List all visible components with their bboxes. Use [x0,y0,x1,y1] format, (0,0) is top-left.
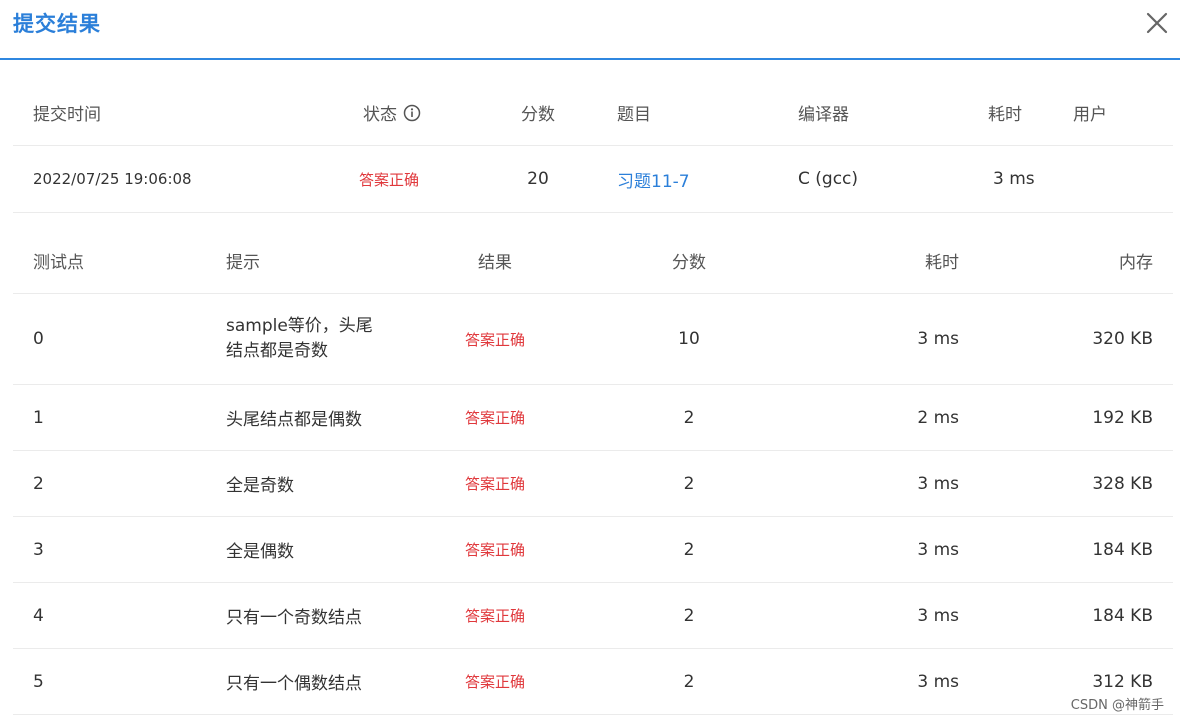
test-hint: 全是奇数 [226,476,294,496]
dialog-header: 提交结果 [0,0,1180,60]
header-test-score: 分数 [672,253,706,273]
test-cases-table: 测试点 提示 结果 分数 耗时 内存 0 sample等价，头尾结点都是奇数 答… [13,228,1173,715]
test-result: 答案正确 [464,541,525,559]
watermark: CSDN @神箭手 [1070,698,1164,713]
test-id: 4 [33,605,44,626]
summary-score: 20 [527,169,549,189]
test-id: 5 [33,671,44,692]
test-duration: 3 ms [917,329,959,349]
test-score: 10 [678,329,700,349]
close-icon [1146,12,1168,34]
summary-row: 2022/07/25 19:06:08 答案正确 20 习题11-7 C (gc… [13,146,1173,213]
info-icon[interactable] [403,104,421,122]
summary-duration: 3 ms [993,169,1035,189]
test-result: 答案正确 [464,475,525,493]
test-memory: 328 KB [1092,473,1153,494]
test-hint: 全是偶数 [226,542,294,562]
compiler-value: C (gcc) [798,169,859,189]
header-compiler: 编译器 [798,105,849,125]
close-button[interactable] [1144,10,1170,36]
test-hint: 头尾结点都是偶数 [226,410,362,430]
tests-header-row: 测试点 提示 结果 分数 耗时 内存 [13,228,1173,294]
submit-time: 2022/07/25 19:06:08 [33,170,192,188]
header-memory: 内存 [1119,253,1153,273]
header-status-label: 状态 [363,105,397,125]
test-result: 答案正确 [464,673,525,691]
test-duration: 3 ms [917,539,959,560]
submission-result-dialog: 提交结果 提交时间 状态 分数 题目 编译器 耗时 用户 2022/07/25 … [0,0,1180,721]
test-result: 答案正确 [464,607,525,625]
header-user: 用户 [1073,105,1107,125]
header-status: 状态 [363,80,483,145]
header-hint: 提示 [226,253,260,273]
test-hint: 只有一个偶数结点 [226,674,362,694]
table-row: 2 全是奇数 答案正确 2 3 ms 328 KB [13,451,1173,517]
header-duration: 耗时 [988,105,1022,125]
test-memory: 320 KB [1092,329,1153,349]
test-hint: 只有一个奇数结点 [226,608,362,628]
header-test-id: 测试点 [33,253,84,273]
test-id: 3 [33,539,44,560]
test-id: 1 [33,407,44,428]
test-score: 2 [683,473,695,494]
test-score: 2 [683,671,695,692]
test-score: 2 [683,407,695,428]
test-result: 答案正确 [464,330,525,349]
header-submit-time: 提交时间 [33,105,101,125]
submission-summary-table: 提交时间 状态 分数 题目 编译器 耗时 用户 2022/07/25 19:06… [13,80,1173,213]
header-test-duration: 耗时 [925,253,959,273]
test-id: 0 [33,329,44,349]
dialog-title: 提交结果 [13,12,101,36]
test-result: 答案正确 [464,409,525,427]
test-score: 2 [683,539,695,560]
test-duration: 2 ms [917,407,959,428]
test-duration: 3 ms [917,671,959,692]
test-duration: 3 ms [917,473,959,494]
test-memory: 184 KB [1092,605,1153,626]
test-duration: 3 ms [917,605,959,626]
status-badge: 答案正确 [359,170,420,189]
test-id: 2 [33,473,44,494]
problem-link[interactable]: 习题11-7 [617,146,757,212]
test-hint: sample等价，头尾结点都是奇数 [226,316,373,361]
test-memory: 184 KB [1092,539,1153,560]
table-row: 3 全是偶数 答案正确 2 3 ms 184 KB [13,517,1173,583]
header-problem: 题目 [617,105,651,125]
header-result: 结果 [478,253,512,273]
table-row: 4 只有一个奇数结点 答案正确 2 3 ms 184 KB [13,583,1173,649]
summary-header-row: 提交时间 状态 分数 题目 编译器 耗时 用户 [13,80,1173,146]
table-row: 0 sample等价，头尾结点都是奇数 答案正确 10 3 ms 320 KB [13,294,1173,385]
test-memory: 192 KB [1092,407,1153,428]
table-row: 5 只有一个偶数结点 答案正确 2 3 ms 312 KB [13,649,1173,715]
summary-user [1073,146,1153,212]
header-score: 分数 [521,105,555,125]
test-score: 2 [683,605,695,626]
table-row: 1 头尾结点都是偶数 答案正确 2 2 ms 192 KB [13,385,1173,451]
